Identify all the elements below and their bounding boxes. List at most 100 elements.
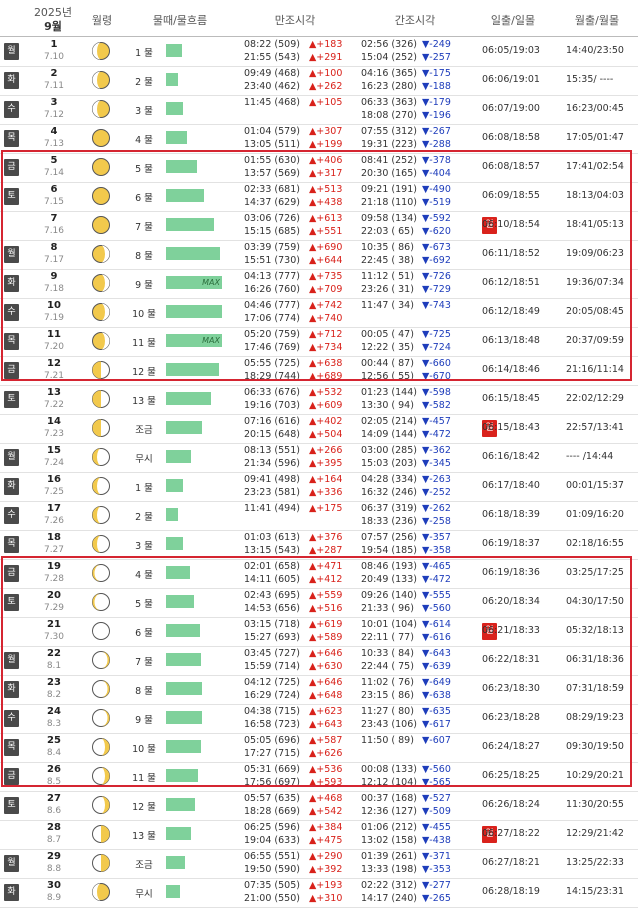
moon-phase-icon: [91, 389, 111, 409]
low-tide-2-diff: ▼-438: [422, 835, 451, 846]
table-row: 화 30 8.9 무시 07:35 (505) ▲+193 21:00 (550) ▲+310…: [0, 878, 638, 908]
low-tide-1-diff: ▼-262: [422, 503, 451, 514]
table-row: 금 19 7.28 4 물 02:01 (658) ▲+471 14:11 (605) ▲+4…: [0, 559, 638, 589]
high-tide-header: 만조시각: [274, 14, 316, 27]
tide-name: 무시: [135, 889, 153, 900]
moon-phase-header: 월령: [91, 14, 113, 27]
tide-strength-bar: [166, 247, 220, 260]
high-tide-2-time: 17:06 (774): [244, 313, 300, 324]
low-tide-2-diff: ▼-616: [422, 632, 451, 643]
low-tide-1-diff: ▼-455: [422, 822, 451, 833]
low-tide-2-time: 21:33 ( 96): [361, 603, 414, 614]
low-tide-2-time: 14:17 (240): [361, 893, 417, 904]
low-tide-2-diff: ▼-692: [422, 255, 451, 266]
tide-name: 8 물: [135, 251, 153, 262]
low-tide-1-diff: ▼-673: [422, 242, 451, 253]
lunar-date: 7.22: [43, 400, 65, 410]
low-tide-1-diff: ▼-263: [422, 474, 451, 485]
low-tide-1-time: 00:05 ( 47): [361, 329, 414, 340]
high-tide-1-diff: ▲+468: [309, 793, 343, 804]
day-number: 5: [50, 155, 58, 166]
table-row: 목 18 7.27 3 물 01:03 (613) ▲+376 13:15 (543) ▲+2…: [0, 530, 638, 560]
low-tide-header: 간조시각: [394, 14, 436, 27]
moonrise-moonset: 22:57/13:41: [566, 422, 624, 433]
lunar-date: 8.7: [46, 835, 62, 845]
tide-strength-bar: [166, 479, 183, 492]
high-tide-1-diff: ▲+164: [309, 474, 343, 485]
high-tide-2-diff: ▲+734: [309, 342, 343, 353]
high-tide-2-diff: ▲+542: [309, 806, 343, 817]
moon-phase-icon: [91, 244, 111, 264]
low-tide-2-diff: ▼-196: [422, 110, 451, 121]
high-tide-2-diff: ▲+310: [309, 893, 343, 904]
tide-strength-bar: [166, 421, 202, 434]
lunar-date: 7.17: [43, 255, 65, 265]
moon-phase-icon: [91, 505, 111, 525]
high-tide-2-diff: ▲+609: [309, 400, 343, 411]
day-number: 25: [47, 735, 61, 746]
low-tide-1-diff: ▼-649: [422, 677, 451, 688]
tide-strength-bar: [166, 73, 178, 86]
low-tide-1-time: 11:27 ( 80): [361, 706, 414, 717]
high-tide-2-time: 19:50 (590): [244, 864, 300, 875]
moonrise-moonset: ---- /14:44: [566, 451, 614, 462]
tide-name: 8 물: [135, 686, 153, 697]
high-tide-1-time: 05:57 (635): [244, 793, 300, 804]
tide-strength-bar: [166, 363, 219, 376]
high-tide-1-time: 03:45 (727): [244, 648, 300, 659]
sunrise-sunset: 06:22/18:31: [482, 654, 540, 665]
sunrise-sunset: 06:24/18:27: [482, 741, 540, 752]
high-tide-1-time: 06:33 (676): [244, 387, 300, 398]
high-tide-2-time: 15:27 (693): [244, 632, 300, 643]
tide-strength-bar: [166, 392, 211, 405]
low-tide-1-time: 00:44 ( 87): [361, 358, 414, 369]
low-tide-1-diff: ▼-378: [422, 155, 451, 166]
tide-name: 7 물: [135, 222, 153, 233]
high-tide-1-diff: ▲+266: [309, 445, 343, 456]
low-tide-1-diff: ▼-362: [422, 445, 451, 456]
low-tide-2-diff: ▼-257: [422, 52, 451, 63]
low-tide-1-diff: ▼-357: [422, 532, 451, 543]
weekday-badge: 목: [4, 536, 19, 553]
tide-strength-bar: [166, 305, 222, 318]
moonrise-moonset: 06:31/18:36: [566, 654, 624, 665]
day-number: 20: [47, 590, 61, 601]
day-number: 9: [50, 271, 58, 282]
moonrise-moonset: 12:29/21:42: [566, 828, 624, 839]
day-number: 26: [47, 764, 61, 775]
day-number: 22: [47, 648, 61, 659]
day-number: 27: [47, 793, 61, 804]
low-tide-1-time: 04:28 (334): [361, 474, 417, 485]
low-tide-1-time: 11:02 ( 76): [361, 677, 414, 688]
moonrise-moonset: 15:35/ ----: [566, 74, 614, 85]
moon-phase-icon: [91, 882, 111, 902]
moonrise-moonset: 17:05/01:47: [566, 132, 624, 143]
high-tide-2-diff: ▲+644: [309, 255, 343, 266]
weekday-badge: 화: [4, 478, 19, 495]
low-tide-2-time: 22:45 ( 38): [361, 255, 414, 266]
low-tide-2-diff: ▼-472: [422, 429, 451, 440]
low-tide-1-time: 07:55 (312): [361, 126, 417, 137]
high-tide-1-time: 04:38 (715): [244, 706, 300, 717]
sunrise-sunset: 06:23/18:30: [482, 683, 540, 694]
high-tide-2-time: 17:56 (697): [244, 777, 300, 788]
low-tide-2-time: 23:43 (106): [361, 719, 417, 730]
tide-name: 10 물: [132, 744, 156, 755]
low-tide-1-diff: ▼-267: [422, 126, 451, 137]
high-tide-1-time: 03:06 (726): [244, 213, 300, 224]
low-tide-2-time: 20:30 (165): [361, 168, 417, 179]
high-tide-1-time: 04:12 (725): [244, 677, 300, 688]
weekday-badge: 토: [4, 391, 19, 408]
moon-phase-icon: [91, 186, 111, 206]
moonrise-moonset: 10:29/20:21: [566, 770, 624, 781]
low-tide-2-diff: ▼-353: [422, 864, 451, 875]
high-tide-1-time: 07:35 (505): [244, 880, 300, 891]
high-tide-1-time: 09:41 (498): [244, 474, 300, 485]
moon-phase-icon: [91, 99, 111, 119]
day-number: 3: [50, 97, 58, 108]
low-tide-1-time: 07:57 (256): [361, 532, 417, 543]
high-tide-1-diff: ▲+536: [309, 764, 343, 775]
lunar-date: 8.8: [46, 864, 62, 874]
tide-strength-bar: [166, 682, 202, 695]
high-tide-1-time: 01:55 (630): [244, 155, 300, 166]
